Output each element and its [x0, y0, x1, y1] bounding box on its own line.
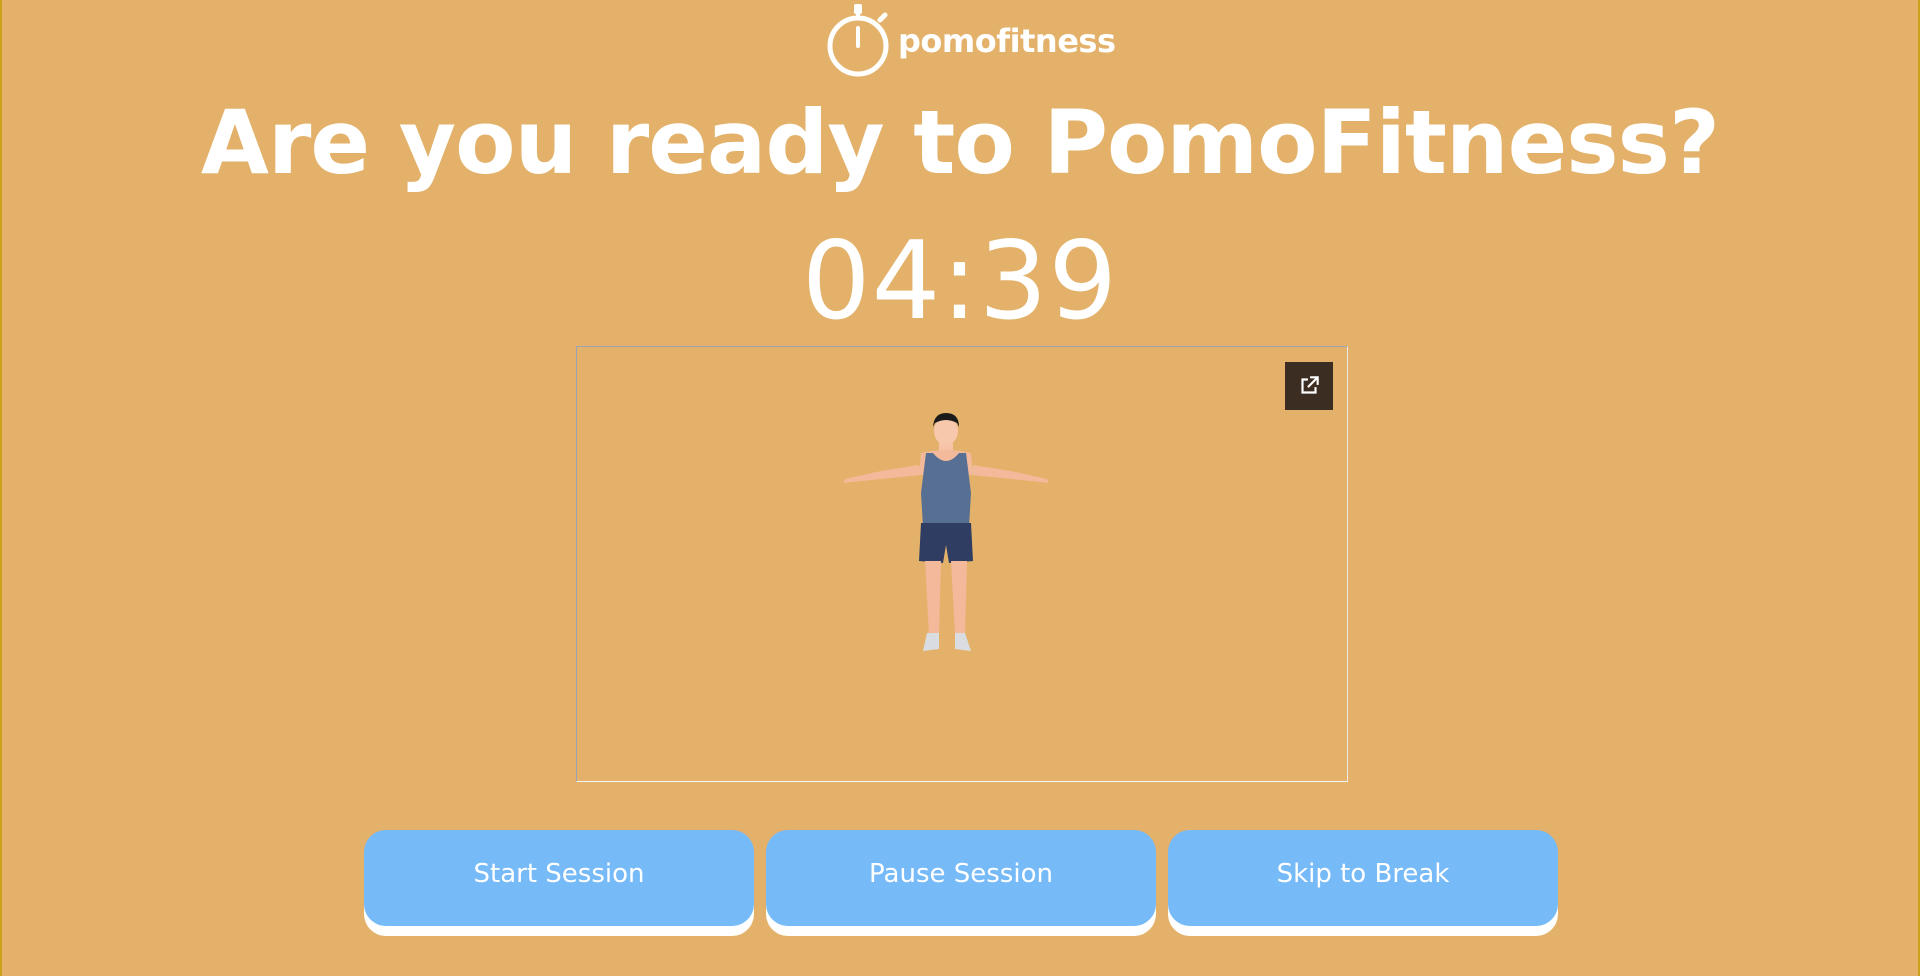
page-title: Are you ready to PomoFitness?	[200, 91, 1720, 194]
exercise-figure	[843, 413, 1049, 651]
stopwatch-icon	[827, 4, 889, 77]
open-in-new-button[interactable]	[1285, 362, 1333, 410]
session-controls: Start Session Pause Session Skip to Brea…	[364, 830, 1558, 926]
brand-name: pomofitness	[898, 22, 1116, 60]
exercise-video[interactable]	[576, 346, 1348, 782]
pomofitness-page: pomofitness Are you ready to PomoFitness…	[2, 0, 1918, 976]
pause-session-button[interactable]: Pause Session	[766, 830, 1156, 926]
open-in-new-icon	[1301, 376, 1319, 394]
brand-logo[interactable]: pomofitness	[824, 0, 1116, 80]
countdown-timer: 04:39	[801, 219, 1119, 344]
start-session-button[interactable]: Start Session	[364, 830, 754, 926]
skip-to-break-button[interactable]: Skip to Break	[1168, 830, 1558, 926]
